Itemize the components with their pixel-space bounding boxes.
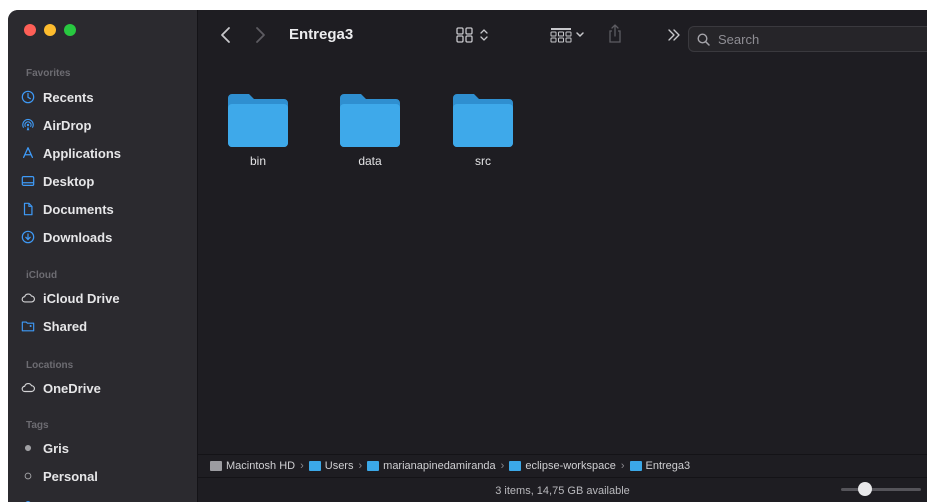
folder-icon [629,461,642,471]
sidebar-item-label: iCloud Drive [43,290,120,306]
sidebar-item-recents[interactable]: Recents [20,85,185,109]
group-button[interactable] [550,27,586,43]
path-crumb-eclipse-workspace[interactable]: eclipse-workspace [509,460,616,472]
window-controls [24,24,76,36]
file-name: src [475,154,491,168]
sidebar-item-applications[interactable]: Applications [20,141,185,165]
path-separator-icon: › [620,460,625,472]
folder-icon [308,461,321,471]
path-crumb-label: eclipse-workspace [525,460,616,472]
sidebar-item-label: Documents [43,201,114,217]
zoom-button[interactable] [64,24,76,36]
path-crumb-user-home[interactable]: marianapinedamiranda [367,460,496,472]
search-input[interactable] [716,30,910,48]
slider-track [841,488,921,491]
search-icon [697,32,710,46]
cloud-icon [20,290,36,306]
applications-icon [20,145,36,161]
path-separator-icon: › [300,460,304,472]
shared-folder-icon [20,318,36,334]
file-grid: bin data src [198,60,927,452]
icon-view-icon [456,27,488,43]
tag-dot-icon [20,496,36,502]
slider-knob[interactable] [857,482,872,496]
folder-icon [509,461,522,471]
cloud-icon [20,380,36,396]
search-field[interactable] [688,26,927,52]
favorites-header: Favorites [26,68,71,79]
window-title: Entrega3 [289,26,354,43]
sidebar-item-label: Shared [43,318,88,334]
path-crumb-label: marianapinedamiranda [383,460,496,472]
share-icon [609,24,621,43]
path-crumb-users[interactable]: Users [308,460,354,472]
sidebar-item-label: Desktop [43,173,95,189]
airdrop-icon [20,117,36,133]
more-toolbar-button[interactable] [667,28,681,42]
clock-icon [20,89,36,105]
icloud-header: iCloud [26,270,58,281]
sidebar-item-tag-partial[interactable] [20,492,185,502]
sidebar-item-label: Downloads [43,229,113,245]
forward-button[interactable] [254,26,266,44]
sidebar-item-tag-personal[interactable]: Personal [20,464,185,488]
sidebar-item-label: OneDrive [43,380,101,396]
folder-item-bin[interactable]: bin [218,92,298,168]
folder-icon [453,94,513,147]
share-button[interactable] [608,24,622,44]
folder-icon [340,94,400,147]
sidebar-item-label: Applications [43,145,122,161]
sidebar-item-label: AirDrop [43,117,92,133]
path-crumb-entrega3[interactable]: Entrega3 [629,460,691,472]
path-crumb-macintosh-hd[interactable]: Macintosh HD [210,460,295,472]
minimize-button[interactable] [44,24,56,36]
status-bar: 3 items, 14,75 GB available [198,477,927,502]
sidebar-item-onedrive[interactable]: OneDrive [20,376,185,400]
sidebar-item-shared[interactable]: Shared [20,314,185,338]
document-icon [20,201,36,217]
chevron-right-icon [256,27,265,43]
tag-dot-icon [20,440,36,456]
path-separator-icon: › [358,460,363,472]
sidebar-item-label: Personal [43,468,98,484]
tags-header: Tags [26,420,49,431]
status-text: 3 items, 14,75 GB available [495,484,630,497]
finder-window: Favorites Recents AirDrop Applications D… [8,10,927,502]
toolbar: Entrega3 [198,10,927,60]
desktop-icon [20,173,36,189]
close-button[interactable] [24,24,36,36]
locations-header: Locations [26,360,74,371]
sidebar-item-downloads[interactable]: Downloads [20,225,185,249]
home-folder-icon [367,461,380,471]
chevron-left-icon [221,27,230,43]
folder-item-data[interactable]: data [330,92,410,168]
file-name: bin [249,154,266,168]
file-name: data [358,154,382,168]
icon-size-slider[interactable] [841,482,921,496]
sidebar-item-icloud-drive[interactable]: iCloud Drive [20,286,185,310]
path-separator-icon: › [500,460,505,472]
sidebar-item-label: Gris [43,440,70,456]
folder-item-src[interactable]: src [443,92,523,168]
sidebar-item-documents[interactable]: Documents [20,197,185,221]
double-chevron-right-icon [668,29,680,41]
sidebar: Favorites Recents AirDrop Applications D… [8,10,198,502]
group-grid-icon [550,28,584,43]
path-crumb-label: Macintosh HD [226,460,296,472]
tag-dot-icon [20,468,36,484]
sidebar-item-airdrop[interactable]: AirDrop [20,113,185,137]
sidebar-item-desktop[interactable]: Desktop [20,169,185,193]
folder-icon [228,94,288,147]
back-button[interactable] [220,26,232,44]
sidebar-item-tag-gris[interactable]: Gris [20,436,185,460]
view-mode-button[interactable] [456,27,492,43]
hard-drive-icon [210,461,222,471]
path-crumb-label: Entrega3 [645,460,691,472]
path-crumb-label: Users [324,460,354,472]
download-icon [20,229,36,245]
sidebar-item-label: Recents [43,89,94,105]
path-bar: Macintosh HD › Users › marianapinedamira… [198,454,927,477]
